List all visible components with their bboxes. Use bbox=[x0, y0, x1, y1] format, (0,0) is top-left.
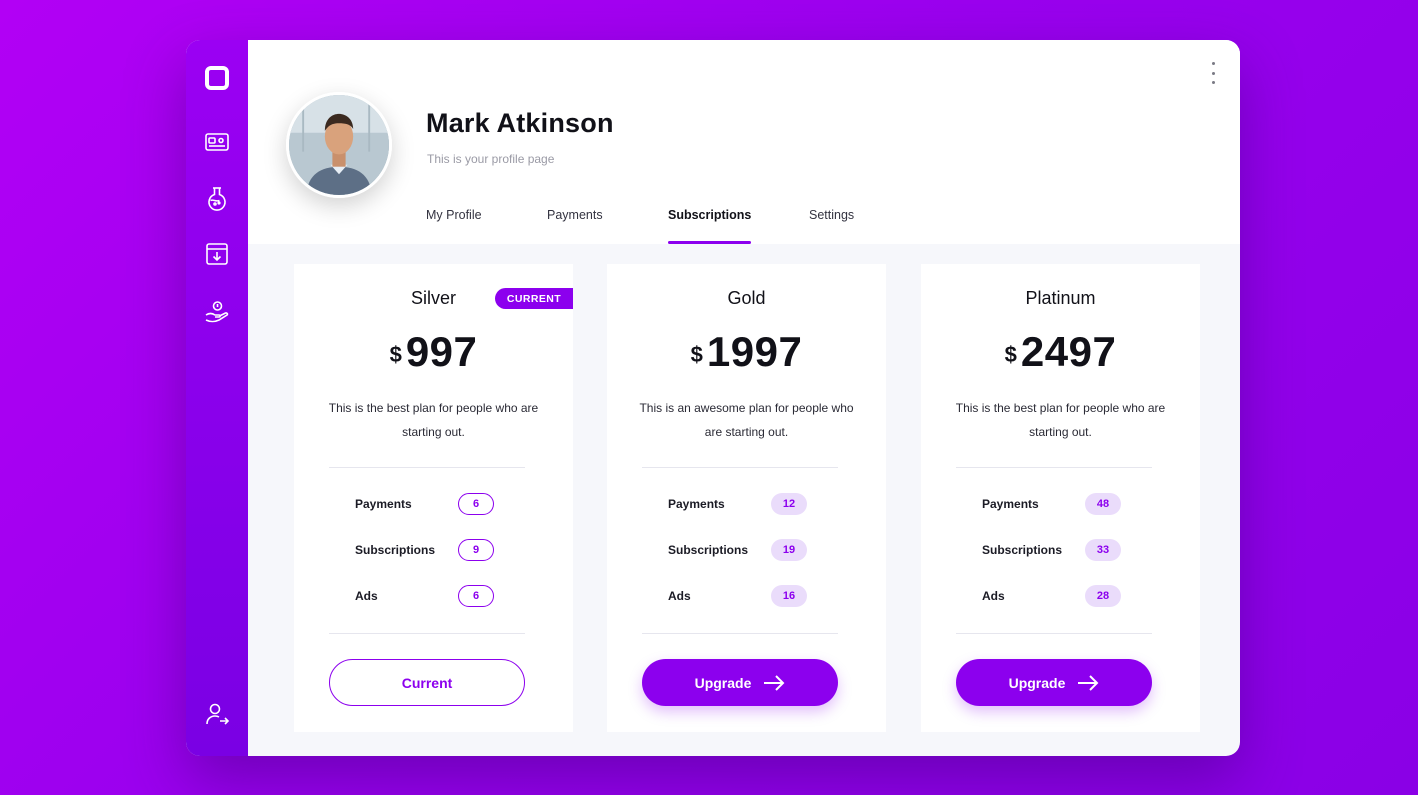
profile-name: Mark Atkinson bbox=[426, 108, 614, 138]
tab-my-profile[interactable]: My Profile bbox=[426, 208, 482, 244]
feature-row-payments: Payments 48 bbox=[982, 493, 1122, 517]
feature-count: 48 bbox=[1085, 493, 1121, 515]
tab-subscriptions[interactable]: Subscriptions bbox=[668, 208, 752, 244]
logo-square-icon[interactable] bbox=[201, 62, 233, 94]
feature-count: 6 bbox=[458, 493, 494, 515]
upgrade-button[interactable]: Upgrade bbox=[642, 659, 838, 706]
feature-count: 33 bbox=[1085, 539, 1121, 561]
feature-label: Ads bbox=[355, 589, 378, 603]
sidebar bbox=[186, 40, 248, 756]
currency-symbol: $ bbox=[1004, 342, 1017, 367]
upgrade-button[interactable]: Upgrade bbox=[956, 659, 1152, 706]
price-amount: 1997 bbox=[706, 328, 803, 375]
feature-row-subscriptions: Subscriptions 19 bbox=[668, 539, 808, 563]
app-window: Mark Atkinson This is your profile page … bbox=[186, 40, 1240, 756]
arrow-right-icon bbox=[764, 674, 785, 691]
feature-count: 6 bbox=[458, 585, 494, 607]
plan-card-silver: Silver CURRENT $997 This is the best pla… bbox=[294, 264, 573, 732]
feature-count: 19 bbox=[771, 539, 807, 561]
price-amount: 2497 bbox=[1020, 328, 1117, 375]
plan-description: This is the best plan for people who are… bbox=[955, 401, 1166, 439]
plan-name: Platinum bbox=[1025, 288, 1096, 308]
feature-label: Payments bbox=[668, 497, 725, 511]
button-label: Current bbox=[401, 674, 453, 691]
avatar bbox=[286, 92, 392, 198]
feature-row-subscriptions: Subscriptions 9 bbox=[355, 539, 495, 563]
archive-download-icon[interactable] bbox=[201, 238, 233, 270]
current-badge: CURRENT bbox=[495, 288, 573, 309]
feature-label: Ads bbox=[668, 589, 691, 603]
feature-count: 16 bbox=[771, 585, 807, 607]
button-label: Upgrade bbox=[694, 674, 752, 691]
tab-settings[interactable]: Settings bbox=[809, 208, 854, 244]
arrow-right-icon bbox=[1078, 674, 1099, 691]
feature-label: Subscriptions bbox=[982, 543, 1063, 557]
divider bbox=[642, 633, 838, 634]
tab-payments[interactable]: Payments bbox=[547, 208, 603, 244]
plan-name: Gold bbox=[727, 288, 766, 308]
profile-header: Mark Atkinson This is your profile page … bbox=[248, 40, 1240, 244]
feature-label: Subscriptions bbox=[668, 543, 749, 557]
price-amount: 997 bbox=[405, 328, 478, 375]
divider bbox=[329, 467, 525, 468]
currency-symbol: $ bbox=[389, 342, 402, 367]
profile-subtitle: This is your profile page bbox=[427, 152, 555, 166]
divider bbox=[956, 467, 1152, 468]
feature-count: 9 bbox=[458, 539, 494, 561]
divider bbox=[642, 467, 838, 468]
card-icon[interactable] bbox=[201, 126, 233, 158]
feature-row-ads: Ads 6 bbox=[355, 585, 495, 609]
feature-row-payments: Payments 12 bbox=[668, 493, 808, 517]
divider bbox=[956, 633, 1152, 634]
feature-label: Payments bbox=[982, 497, 1039, 511]
plan-description: This is the best plan for people who are… bbox=[328, 401, 539, 439]
plan-price: $997 bbox=[294, 328, 573, 376]
button-label: Upgrade bbox=[1008, 674, 1066, 691]
divider bbox=[329, 633, 525, 634]
feature-row-ads: Ads 16 bbox=[668, 585, 808, 609]
more-options-icon[interactable] bbox=[1206, 62, 1220, 84]
currency-symbol: $ bbox=[690, 342, 703, 367]
current-plan-button[interactable]: Current bbox=[329, 659, 525, 706]
feature-count: 28 bbox=[1085, 585, 1121, 607]
plan-price: $2497 bbox=[921, 328, 1200, 376]
plan-description: This is an awesome plan for people who a… bbox=[639, 401, 854, 439]
plan-card-gold: Gold $1997 This is an awesome plan for p… bbox=[607, 264, 886, 732]
feature-label: Subscriptions bbox=[355, 543, 436, 557]
feature-label: Ads bbox=[982, 589, 1005, 603]
feature-row-ads: Ads 28 bbox=[982, 585, 1122, 609]
feature-row-subscriptions: Subscriptions 33 bbox=[982, 539, 1122, 563]
plan-price: $1997 bbox=[607, 328, 886, 376]
feature-row-payments: Payments 6 bbox=[355, 493, 495, 517]
hand-coin-icon[interactable] bbox=[201, 296, 233, 328]
feature-label: Payments bbox=[355, 497, 412, 511]
plan-card-platinum: Platinum $2497 This is the best plan for… bbox=[921, 264, 1200, 732]
feature-count: 12 bbox=[771, 493, 807, 515]
user-logout-icon[interactable] bbox=[201, 698, 233, 730]
flask-icon[interactable] bbox=[201, 182, 233, 214]
